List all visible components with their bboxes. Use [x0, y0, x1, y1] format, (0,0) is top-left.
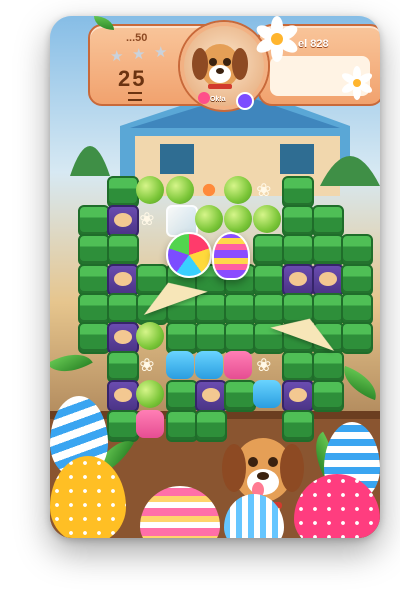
hamster-face — [289, 271, 308, 286]
moves-counter: 25 — [118, 66, 147, 91]
hamster-icon[interactable] — [282, 263, 315, 296]
plant-pot-tile[interactable] — [107, 292, 140, 325]
plant-pot-tile[interactable] — [311, 292, 344, 325]
hamster-face — [114, 388, 133, 403]
hamster-face — [114, 330, 133, 344]
blue-gem-tile[interactable] — [194, 351, 223, 380]
plant-pot-tile[interactable] — [107, 176, 140, 208]
paw-icon[interactable] — [194, 176, 223, 204]
hamster-icon[interactable] — [282, 380, 315, 413]
hamster-face — [289, 388, 308, 403]
bone-glyph: ❀ — [139, 209, 155, 230]
plant-pot-tile[interactable] — [107, 234, 140, 267]
bone-icon[interactable]: ❀ — [136, 205, 164, 233]
plant-pot-tile[interactable] — [282, 234, 315, 267]
plant-pot-tile[interactable] — [165, 322, 198, 354]
plant-pot-tile[interactable] — [78, 292, 110, 325]
tennis-ball-tile[interactable] — [253, 205, 282, 234]
hamster-face — [114, 271, 133, 286]
star-icon: ★ — [110, 48, 124, 65]
tennis-ball-tile[interactable] — [194, 205, 223, 234]
plant-pot-tile[interactable] — [78, 322, 110, 354]
heart-icon — [198, 92, 210, 104]
plant-pot-tile[interactable] — [165, 409, 198, 442]
tennis-ball-tile[interactable] — [136, 322, 165, 350]
plant-pot-tile[interactable] — [311, 380, 344, 413]
bone-glyph: ❀ — [256, 180, 272, 200]
plant-pot-tile[interactable] — [282, 351, 315, 384]
bone-icon[interactable]: ❀ — [253, 176, 281, 204]
bone-icon[interactable]: ❀ — [253, 351, 281, 379]
rocket-icon[interactable] — [212, 232, 250, 280]
score-label: ...50 — [126, 32, 148, 44]
plant-pot-tile[interactable] — [224, 292, 256, 325]
game-screenshot-card: ...50 ★ ★ ★ 25 el 828 Ok!a ❀ ❀ ❀ ❀ — [50, 16, 380, 538]
star-icon: ★ — [132, 46, 146, 63]
bone-glyph: ❀ — [256, 355, 272, 376]
tennis-ball-tile[interactable] — [224, 176, 252, 204]
bone-glyph: ❀ — [139, 355, 155, 376]
hamster-icon[interactable] — [107, 205, 140, 238]
level-label: el 828 — [298, 38, 329, 50]
hamster-icon[interactable] — [107, 380, 140, 413]
plant-pot-tile[interactable] — [194, 292, 227, 325]
tennis-ball-tile[interactable] — [165, 176, 194, 204]
plant-pot-tile[interactable] — [340, 234, 373, 267]
pink-gem-tile[interactable] — [224, 351, 252, 380]
hamster-icon[interactable] — [107, 322, 140, 354]
plant-pot-tile[interactable] — [340, 292, 373, 325]
blue-gem-tile[interactable] — [165, 351, 194, 380]
plant-pot-tile[interactable] — [253, 234, 286, 267]
pink-gem-tile[interactable] — [136, 409, 165, 438]
flower-icon — [341, 66, 373, 100]
hamster-icon[interactable] — [194, 380, 227, 413]
plant-pot-tile[interactable] — [78, 234, 110, 267]
plant-pot-tile[interactable] — [282, 176, 315, 208]
game-scene: ...50 ★ ★ ★ 25 el 828 Ok!a ❀ ❀ ❀ ❀ — [50, 16, 380, 538]
hamster-face — [318, 271, 337, 286]
plant-pot-tile[interactable] — [165, 380, 198, 413]
blue-gem-tile[interactable] — [253, 380, 282, 409]
booster-icon[interactable] — [236, 92, 254, 110]
tennis-ball-tile[interactable] — [136, 380, 165, 409]
star-icon: ★ — [154, 44, 168, 61]
plant-pot-tile[interactable] — [224, 380, 256, 413]
plant-pot-tile[interactable] — [282, 205, 315, 238]
tennis-ball-tile[interactable] — [224, 205, 252, 234]
flower-icon — [256, 16, 298, 62]
plant-pot-tile[interactable] — [311, 205, 344, 238]
plant-pot-tile[interactable] — [194, 322, 227, 354]
bone-icon[interactable]: ❀ — [136, 351, 164, 379]
plant-pot-tile[interactable] — [107, 351, 140, 384]
hamster-icon[interactable] — [107, 263, 140, 296]
plant-pot-tile[interactable] — [107, 409, 140, 442]
plant-pot-tile[interactable] — [340, 322, 373, 354]
dog-avatar-icon — [192, 44, 248, 89]
plant-pot-tile[interactable] — [253, 263, 286, 296]
plant-pot-tile[interactable] — [340, 263, 373, 296]
hamster-icon[interactable] — [311, 263, 344, 296]
plant-pot-tile[interactable] — [78, 263, 110, 296]
yarn-ball-icon[interactable] — [166, 232, 212, 278]
plant-pot-tile[interactable] — [224, 322, 256, 354]
tennis-ball-tile[interactable] — [136, 176, 165, 204]
moves-divider — [128, 92, 142, 101]
plant-pot-tile[interactable] — [311, 351, 344, 384]
plant-pot-tile[interactable] — [78, 205, 110, 238]
player-tag: Ok!a — [210, 96, 226, 103]
plant-pot-tile[interactable] — [311, 234, 344, 267]
hamster-face — [201, 388, 220, 403]
hamster-face — [114, 213, 133, 228]
